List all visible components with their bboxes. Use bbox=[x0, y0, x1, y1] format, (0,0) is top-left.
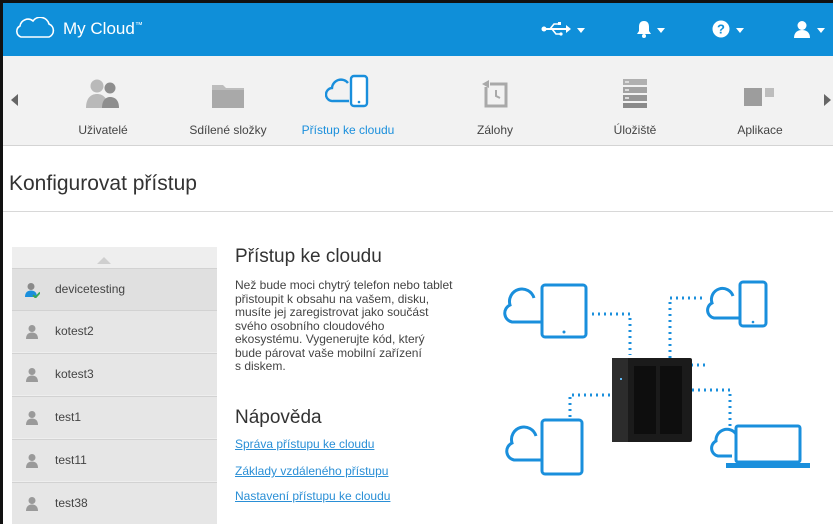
svg-text:?: ? bbox=[717, 22, 725, 37]
user-icon bbox=[26, 411, 38, 425]
storage-icon bbox=[623, 79, 647, 108]
list-item[interactable]: kotest2 bbox=[12, 310, 217, 352]
nav-item-users[interactable]: Uživatelé bbox=[43, 56, 163, 145]
backup-icon bbox=[482, 80, 508, 108]
trademark-mark: ™ bbox=[134, 20, 143, 30]
section-description: Než bude moci chytrý telefon nebo tablet… bbox=[235, 278, 475, 374]
main-navigation: Uživatelé Sdílené složky Přístup ke clou… bbox=[3, 56, 833, 146]
user-menu-button[interactable] bbox=[793, 16, 825, 42]
device-name: test11 bbox=[55, 453, 87, 467]
chevron-down-icon bbox=[736, 27, 744, 33]
cloud-device-icon bbox=[325, 74, 369, 108]
nav-item-cloud-access[interactable]: Přístup ke cloudu bbox=[288, 56, 408, 145]
notifications-button[interactable] bbox=[637, 16, 665, 42]
chevron-down-icon bbox=[657, 27, 665, 33]
chevron-down-icon bbox=[817, 27, 825, 33]
device-name: devicetesting bbox=[55, 282, 126, 296]
nav-item-shared-folders[interactable]: Sdílené složky bbox=[168, 56, 288, 145]
bell-icon bbox=[637, 21, 651, 38]
arrow-left-icon bbox=[11, 94, 18, 106]
nav-scroll-right-button[interactable] bbox=[818, 86, 833, 114]
list-item[interactable]: test1 bbox=[12, 396, 217, 438]
description-line: s diskem. bbox=[235, 359, 286, 373]
nav-label: Uživatelé bbox=[78, 123, 128, 137]
description-line: Než bude moci chytrý telefon nebo tablet bbox=[235, 278, 453, 292]
nav-item-storage[interactable]: Úložiště bbox=[575, 56, 695, 145]
nav-label: Zálohy bbox=[476, 123, 514, 137]
description-line: ekosystému. Vygenerujte kód, který bbox=[235, 332, 425, 346]
user-icon bbox=[794, 21, 810, 38]
device-name: test1 bbox=[55, 410, 82, 424]
help-link-manage-cloud-access[interactable]: Správa přístupu ke cloudu bbox=[235, 437, 374, 451]
cloud-tablet-icon bbox=[503, 283, 588, 339]
nav-label: Sdílené složky bbox=[189, 123, 267, 137]
user-icon bbox=[26, 497, 38, 511]
nav-label: Úložiště bbox=[613, 123, 657, 137]
user-icon bbox=[26, 325, 38, 339]
nav-label: Přístup ke cloudu bbox=[301, 123, 395, 137]
nav-item-apps[interactable]: Aplikace bbox=[700, 56, 820, 145]
list-item[interactable]: test11 bbox=[12, 439, 217, 481]
app-title-text: My Cloud bbox=[63, 19, 135, 38]
chevron-down-icon bbox=[577, 27, 585, 33]
cloud-access-illustration bbox=[503, 280, 810, 476]
nav-item-backups[interactable]: Zálohy bbox=[435, 56, 555, 145]
help-link-remote-access-basics[interactable]: Základy vzdáleného přístupu bbox=[235, 464, 388, 478]
cloud-laptop-icon bbox=[710, 424, 810, 468]
scroll-up-icon[interactable] bbox=[97, 257, 111, 264]
users-icon bbox=[86, 79, 119, 108]
nav-scroll-left-button[interactable] bbox=[5, 86, 25, 114]
page-title: Konfigurovat přístup bbox=[9, 172, 197, 195]
help-icon: ? bbox=[712, 20, 730, 38]
divider bbox=[3, 211, 833, 212]
user-icon bbox=[26, 454, 38, 468]
list-item[interactable]: test38 bbox=[12, 482, 217, 524]
user-icon bbox=[26, 368, 38, 382]
cloud-phone-icon bbox=[706, 280, 768, 328]
description-line: svého osobního cloudového bbox=[235, 318, 385, 333]
list-item[interactable]: devicetesting bbox=[12, 268, 217, 310]
app-title[interactable]: My Cloud™ bbox=[63, 19, 143, 39]
device-name: test38 bbox=[55, 496, 88, 510]
section-heading: Přístup ke cloudu bbox=[235, 246, 382, 267]
nas-device-icon bbox=[612, 358, 692, 442]
description-line: přistoupit k obsahu na vašem, disku, bbox=[235, 291, 430, 306]
device-name: kotest3 bbox=[55, 367, 94, 381]
arrow-right-icon bbox=[824, 94, 831, 106]
help-heading: Nápověda bbox=[235, 407, 322, 428]
help-link-cloud-access-setup[interactable]: Nastavení přístupu ke cloudu bbox=[235, 489, 390, 503]
list-item[interactable]: kotest3 bbox=[12, 353, 217, 395]
top-bar: My Cloud™ ? bbox=[3, 3, 833, 56]
cloud-tablet-icon bbox=[505, 418, 584, 476]
device-name: kotest2 bbox=[55, 324, 94, 338]
description-line: musíte jej zaregistrovat jako součást bbox=[235, 305, 429, 319]
cloud-logo-icon bbox=[16, 17, 55, 38]
nav-label: Aplikace bbox=[737, 123, 783, 137]
usb-menu-button[interactable] bbox=[541, 16, 585, 42]
help-button[interactable]: ? bbox=[712, 16, 744, 42]
usb-icon bbox=[541, 22, 571, 36]
folder-icon bbox=[212, 85, 244, 108]
device-list: devicetesting kotest2 kotest3 test1 test… bbox=[12, 247, 217, 524]
user-check-icon bbox=[25, 283, 40, 298]
description-line: bude párovat vaše mobilní zařízení bbox=[235, 345, 422, 360]
apps-icon bbox=[744, 88, 774, 106]
